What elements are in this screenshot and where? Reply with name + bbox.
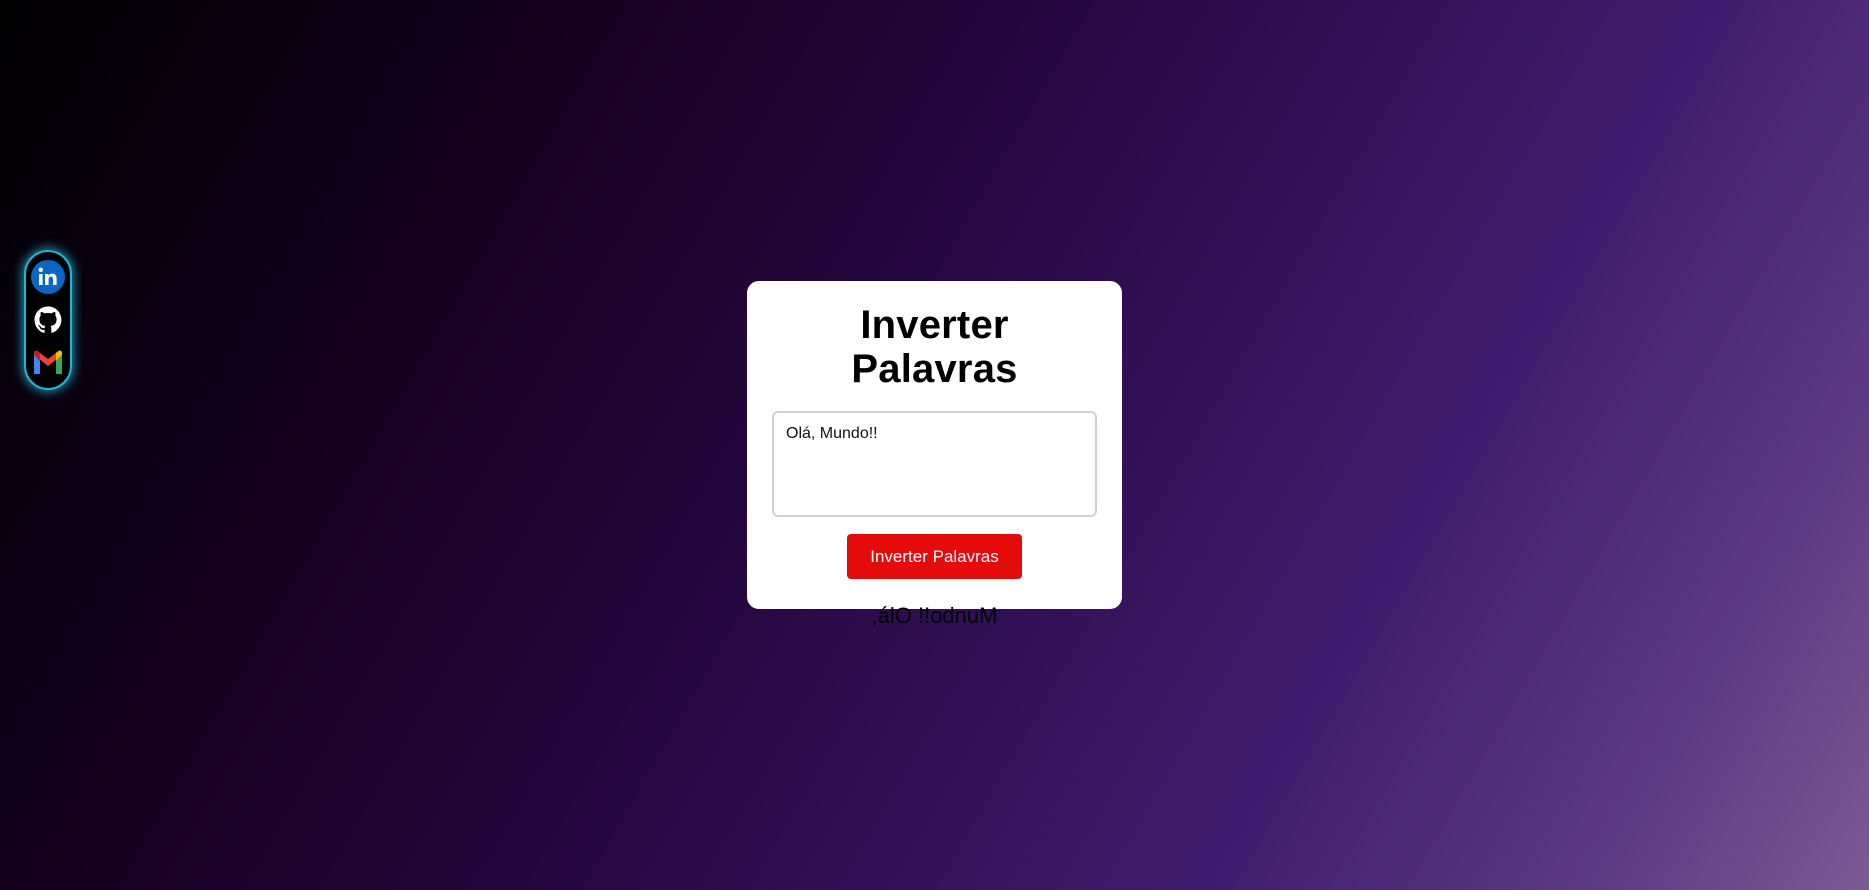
invert-button[interactable]: Inverter Palavras xyxy=(847,534,1022,579)
social-links-bar xyxy=(24,250,72,390)
github-link[interactable] xyxy=(29,301,67,339)
page-title: Inverter Palavras xyxy=(851,303,1018,391)
linkedin-link[interactable] xyxy=(29,258,67,296)
github-icon xyxy=(34,306,62,333)
gmail-icon xyxy=(34,350,62,374)
text-input[interactable] xyxy=(772,411,1097,517)
inverter-card: Inverter Palavras Inverter Palavras ,álO… xyxy=(747,281,1122,628)
linkedin-icon xyxy=(31,260,65,295)
result-text: ,álO !!odnuM xyxy=(871,603,998,628)
gmail-link[interactable] xyxy=(29,344,67,382)
